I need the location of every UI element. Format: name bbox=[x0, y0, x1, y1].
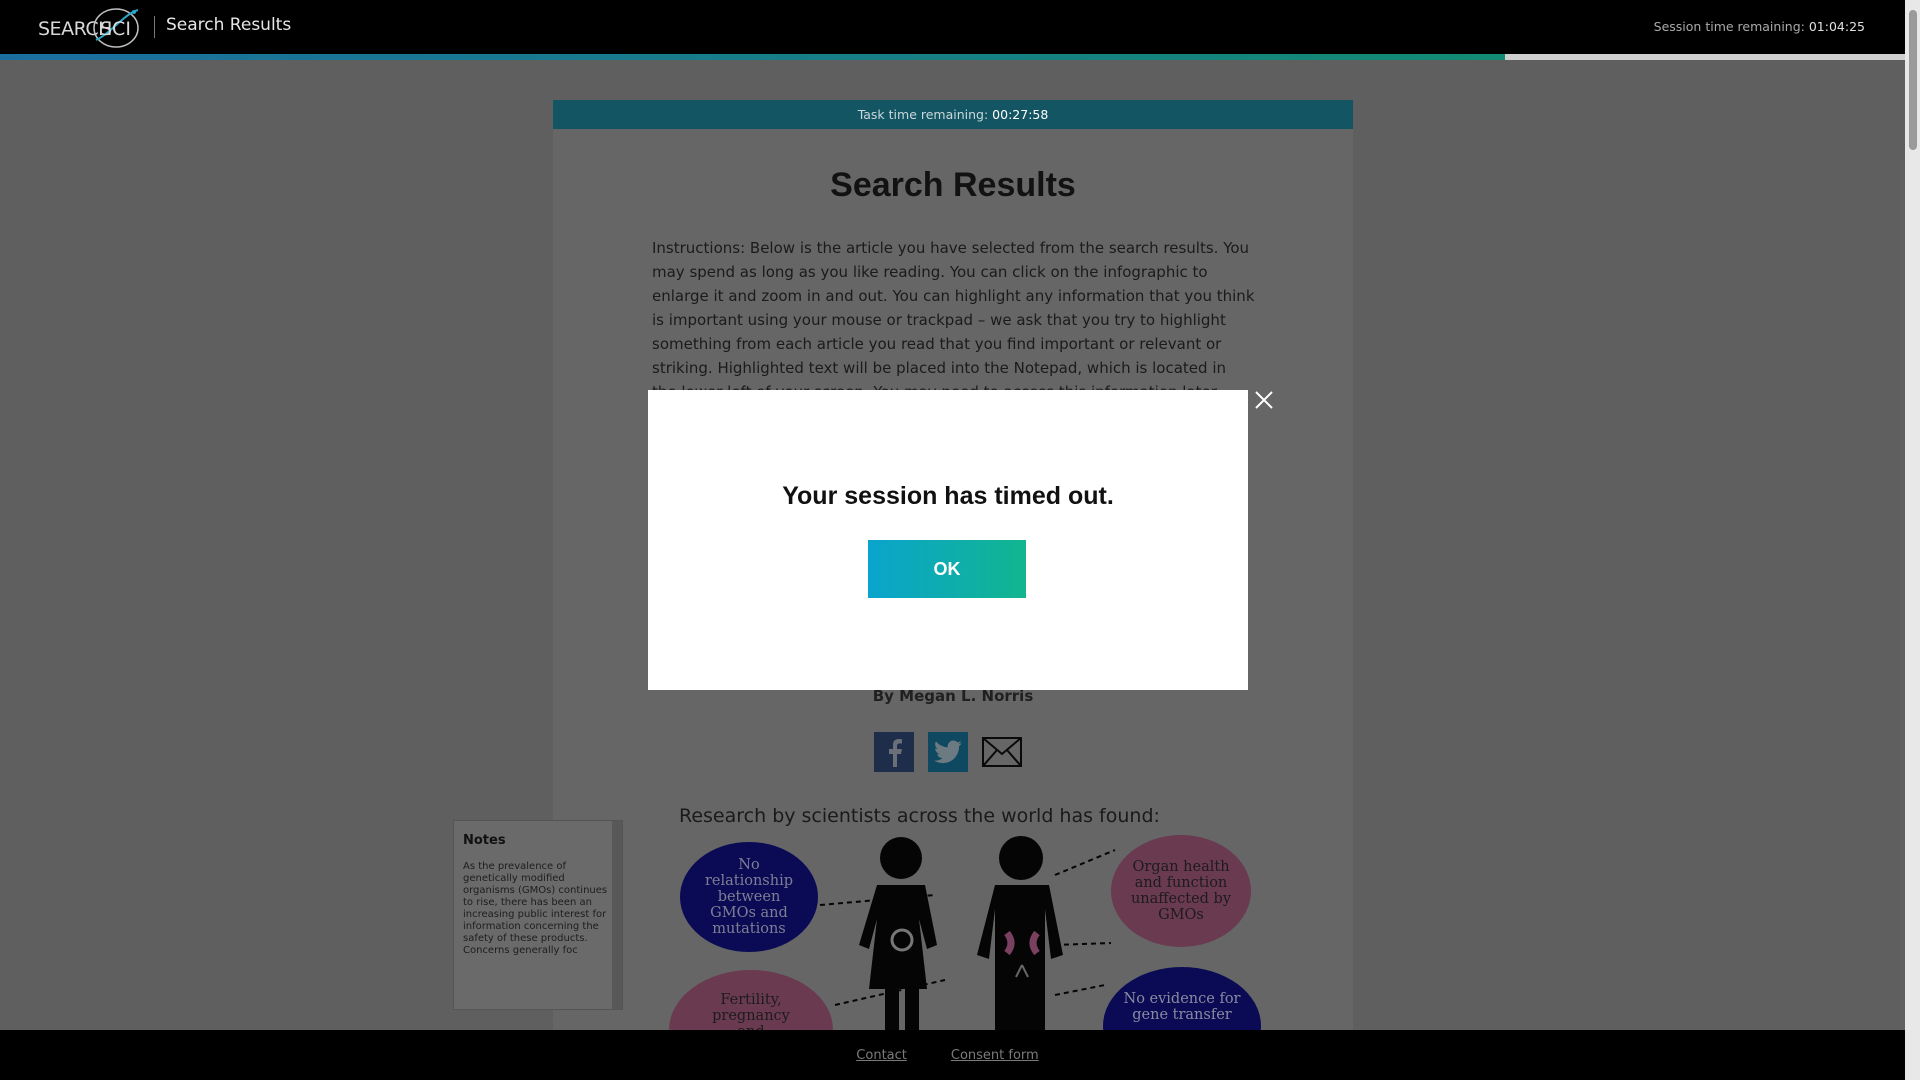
twitter-icon[interactable] bbox=[928, 732, 968, 772]
top-header: SEARCH SCI Search Results Session time r… bbox=[0, 0, 1905, 54]
task-timer-value: 00:27:58 bbox=[992, 107, 1049, 122]
consent-form-link[interactable]: Consent form bbox=[951, 1048, 1039, 1063]
search-sci-logo[interactable]: SEARCH SCI bbox=[38, 4, 144, 52]
family-figures-icon bbox=[819, 836, 1116, 1030]
session-timer-value: 01:04:25 bbox=[1808, 19, 1865, 34]
session-timer: Session time remaining: 01:04:25 bbox=[1654, 19, 1865, 34]
page-scrollbar[interactable] bbox=[1905, 0, 1920, 1080]
instructions-text: Instructions: Below is the article you h… bbox=[652, 239, 1255, 401]
close-icon[interactable] bbox=[1252, 388, 1276, 412]
page-title: Search Results bbox=[830, 166, 1076, 204]
notepad-scrollbar[interactable] bbox=[612, 821, 622, 1009]
header-divider bbox=[154, 16, 155, 38]
share-buttons bbox=[874, 732, 1022, 772]
ok-button[interactable]: OK bbox=[868, 540, 1026, 598]
dialog-message: Your session has timed out. bbox=[782, 482, 1114, 510]
footer: Contact Consent form bbox=[0, 1030, 1905, 1080]
header-title: Search Results bbox=[166, 15, 292, 35]
scrollbar-thumb[interactable] bbox=[1909, 10, 1917, 150]
notepad[interactable]: Notes As the prevalence of genetically m… bbox=[453, 820, 623, 1010]
notepad-text[interactable]: As the prevalence of genetically modifie… bbox=[463, 861, 609, 957]
contact-link[interactable]: Contact bbox=[856, 1048, 907, 1063]
infographic[interactable]: Research by scientists across the world … bbox=[655, 795, 1275, 1030]
email-icon[interactable] bbox=[982, 732, 1022, 772]
session-timeout-dialog: Your session has timed out. OK bbox=[648, 390, 1248, 690]
task-timer-label: Task time remaining: bbox=[857, 107, 989, 122]
task-timer-bar: Task time remaining: 00:27:58 bbox=[553, 100, 1353, 129]
facebook-icon[interactable] bbox=[874, 732, 914, 772]
notepad-title: Notes bbox=[463, 833, 506, 848]
session-timer-label: Session time remaining: bbox=[1653, 19, 1805, 34]
logo-text-sci: SCI bbox=[100, 18, 131, 40]
